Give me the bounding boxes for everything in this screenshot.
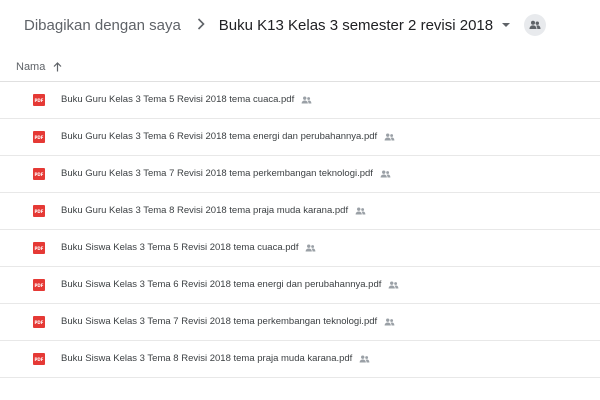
file-name: Buku Guru Kelas 3 Tema 5 Revisi 2018 tem…: [61, 94, 295, 105]
file-name: Buku Siswa Kelas 3 Tema 8 Revisi 2018 te…: [61, 353, 353, 364]
file-type-badge: PDF: [34, 245, 44, 251]
pdf-file-icon: PDF: [33, 279, 45, 291]
breadcrumb: Dibagikan dengan saya Buku K13 Kelas 3 s…: [0, 0, 600, 50]
breadcrumb-root-link[interactable]: Dibagikan dengan saya: [24, 17, 181, 34]
file-name: Buku Guru Kelas 3 Tema 7 Revisi 2018 tem…: [61, 168, 373, 179]
arrow-up-icon: [53, 62, 62, 72]
breadcrumb-current-folder[interactable]: Buku K13 Kelas 3 semester 2 revisi 2018: [219, 17, 493, 34]
pdf-file-icon: PDF: [33, 94, 45, 106]
file-name: Buku Guru Kelas 3 Tema 8 Revisi 2018 tem…: [61, 205, 349, 216]
pdf-file-icon: PDF: [33, 131, 45, 143]
file-type-badge: PDF: [34, 282, 44, 288]
column-name-label: Nama: [16, 61, 46, 73]
file-type-badge: PDF: [34, 97, 44, 103]
file-list-header: Nama: [0, 52, 600, 82]
file-name: Buku Siswa Kelas 3 Tema 6 Revisi 2018 te…: [61, 279, 382, 290]
file-type-badge: PDF: [34, 319, 44, 325]
file-row[interactable]: PDF Buku Guru Kelas 3 Tema 5 Revisi 2018…: [0, 82, 600, 119]
shared-people-icon: [388, 280, 399, 289]
shared-people-icon: [384, 132, 395, 141]
people-icon: [529, 20, 541, 29]
file-name: Buku Siswa Kelas 3 Tema 5 Revisi 2018 te…: [61, 242, 299, 253]
file-row[interactable]: PDF Buku Siswa Kelas 3 Tema 5 Revisi 201…: [0, 230, 600, 267]
chevron-right-icon: [196, 17, 206, 34]
file-type-badge: PDF: [34, 171, 44, 177]
file-row[interactable]: PDF Buku Guru Kelas 3 Tema 6 Revisi 2018…: [0, 119, 600, 156]
file-row[interactable]: PDF Buku Guru Kelas 3 Tema 8 Revisi 2018…: [0, 193, 600, 230]
file-name: Buku Guru Kelas 3 Tema 6 Revisi 2018 tem…: [61, 131, 378, 142]
file-type-badge: PDF: [34, 134, 44, 140]
file-list: PDF Buku Guru Kelas 3 Tema 5 Revisi 2018…: [0, 82, 600, 378]
pdf-file-icon: PDF: [33, 353, 45, 365]
pdf-file-icon: PDF: [33, 242, 45, 254]
sort-by-name-button[interactable]: Nama: [16, 61, 62, 73]
file-name: Buku Siswa Kelas 3 Tema 7 Revisi 2018 te…: [61, 316, 378, 327]
shared-people-icon: [359, 354, 370, 363]
shared-people-icon: [355, 206, 366, 215]
pdf-file-icon: PDF: [33, 205, 45, 217]
file-row[interactable]: PDF Buku Siswa Kelas 3 Tema 7 Revisi 201…: [0, 304, 600, 341]
pdf-file-icon: PDF: [33, 316, 45, 328]
shared-people-icon: [305, 243, 316, 252]
file-type-badge: PDF: [34, 208, 44, 214]
file-row[interactable]: PDF Buku Siswa Kelas 3 Tema 6 Revisi 201…: [0, 267, 600, 304]
shared-people-icon: [380, 169, 391, 178]
pdf-file-icon: PDF: [33, 168, 45, 180]
shared-people-icon: [301, 95, 312, 104]
file-row[interactable]: PDF Buku Guru Kelas 3 Tema 7 Revisi 2018…: [0, 156, 600, 193]
file-row[interactable]: PDF Buku Siswa Kelas 3 Tema 8 Revisi 201…: [0, 341, 600, 378]
shared-people-icon: [384, 317, 395, 326]
shared-folder-button[interactable]: [524, 14, 547, 36]
caret-down-icon[interactable]: [502, 23, 511, 27]
file-type-badge: PDF: [34, 356, 44, 362]
